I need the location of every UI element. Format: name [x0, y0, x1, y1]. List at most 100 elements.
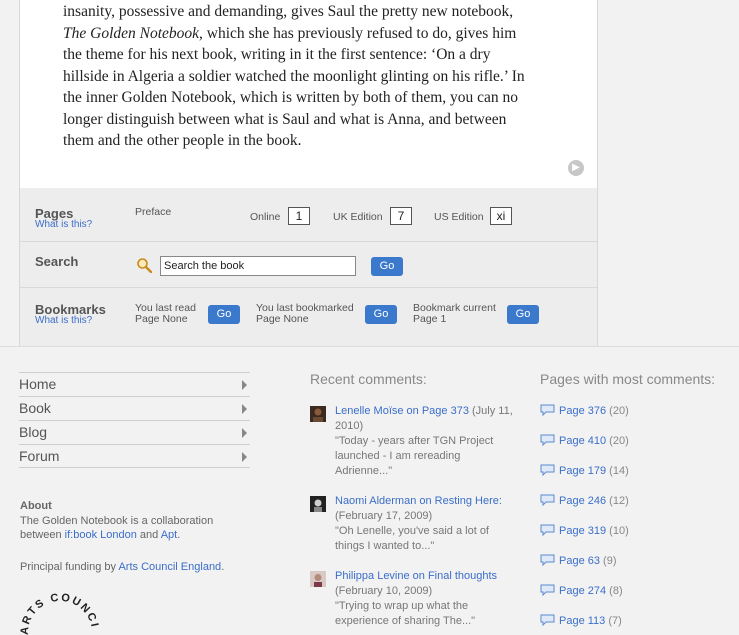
text-line: hillside in Algeria a soldier watched th… [63, 67, 525, 85]
text-fragment: , which she has previously refused to do… [199, 24, 517, 42]
avatar [310, 571, 326, 587]
last-read-go-button[interactable]: Go [208, 305, 240, 324]
text-line: the inner Golden Notebook, which is writ… [63, 89, 519, 106]
page-comment-item: Page 63 (9) [540, 554, 616, 567]
page-comment-item: Page 179 (14) [540, 464, 629, 477]
comment-date: (February 17, 2009) [335, 510, 433, 522]
page-link[interactable]: Page 319 [559, 525, 606, 537]
magnifier-icon [137, 258, 152, 273]
nav-item-home[interactable]: Home [19, 372, 250, 396]
comment-quote: launched - I am rereading [335, 450, 461, 462]
about-title: About [20, 500, 52, 512]
comment-link[interactable]: Lenelle Moïse on Page 373 [335, 405, 469, 417]
most-comments-title: Pages with most comments: [540, 371, 716, 387]
bookmark-current-go-button[interactable]: Go [507, 305, 539, 324]
search-title: Search [35, 254, 79, 269]
us-page-input[interactable]: xi [490, 207, 512, 225]
online-page-input[interactable]: 1 [288, 207, 310, 225]
last-read-page: Page None [135, 313, 188, 325]
nav-label: Blog [19, 424, 48, 440]
page-comment-count: (8) [606, 585, 623, 597]
comment-quote: "Today - years after TGN Project [335, 435, 494, 447]
nav-label: Book [19, 400, 51, 416]
us-edition-label: US Edition [434, 211, 484, 223]
bookmark-current-page: Page 1 [413, 313, 447, 325]
page-link[interactable]: Page 410 [559, 435, 606, 447]
bookmarks-row: Bookmarks What is this? You last read Pa… [20, 287, 597, 346]
bookmarks-what-link[interactable]: What is this? [35, 315, 92, 326]
page-comment-item: Page 246 (12) [540, 494, 629, 507]
speech-bubble-icon [540, 404, 555, 416]
svg-text:ARTS COUNCIL: ARTS COUNCIL [20, 593, 100, 635]
apt-link[interactable]: Apt [161, 529, 178, 541]
page-link[interactable]: Page 246 [559, 495, 606, 507]
speech-bubble-icon [540, 554, 555, 566]
book-text: insanity, possessive and demanding, give… [63, 0, 553, 152]
text-line: the theme for his next book, writing in … [63, 46, 491, 63]
speech-bubble-icon [540, 434, 555, 446]
uk-edition-label: UK Edition [333, 211, 383, 223]
about-text: . [177, 529, 181, 541]
text-line: longer distinguish between what is Saul … [63, 110, 507, 128]
page-comment-count: (20) [606, 405, 629, 417]
preface-link[interactable]: Preface [135, 207, 171, 218]
comment-quote: things I wanted to..." [335, 540, 435, 552]
nav-item-blog[interactable]: Blog [19, 420, 250, 444]
page-comment-count: (20) [606, 435, 629, 447]
nav-item-book[interactable]: Book [19, 396, 250, 420]
arts-council-logo[interactable]: ARTS COUNCIL [20, 593, 100, 635]
text-line: The Golden Notebook, which she has previ… [63, 23, 553, 45]
triangle-right-icon [242, 380, 247, 390]
search-go-button[interactable]: Go [371, 257, 403, 276]
text-line: insanity, possessive and demanding, give… [63, 3, 514, 20]
speech-bubble-icon [540, 494, 555, 506]
text-line: them and the other people in the book. [63, 132, 302, 149]
arts-council-link[interactable]: Arts Council England [118, 561, 221, 573]
comment-link[interactable]: Naomi Alderman on Resting Here: [335, 495, 502, 507]
comment-quote: "Oh Lenelle, you've said a lot of [335, 525, 489, 537]
comment-quote: Adrienne..." [335, 465, 393, 477]
page-link[interactable]: Page 113 [559, 615, 605, 627]
funding-text: Principal funding by [20, 561, 119, 573]
nav-label: Forum [19, 448, 60, 464]
comment-date: 2010) [335, 420, 364, 432]
ifbook-link[interactable]: if:book London [65, 529, 137, 541]
speech-bubble-icon [540, 584, 555, 596]
triangle-right-icon [242, 452, 247, 462]
about-line: The Golden Notebook is a collaboration [20, 515, 214, 527]
uk-page-input[interactable]: 7 [390, 207, 412, 225]
reading-panel: insanity, possessive and demanding, give… [19, 0, 598, 346]
page-comment-item: Page 410 (20) [540, 434, 629, 447]
nav-item-forum[interactable]: Forum [19, 444, 250, 468]
nav-label: Home [19, 376, 57, 392]
page-link[interactable]: Page 274 [559, 585, 606, 597]
comment-quote: experience of sharing The..." [335, 615, 476, 627]
search-input[interactable]: Search the book [160, 256, 356, 276]
funding-text: . [221, 561, 225, 573]
recent-comments-title: Recent comments: [310, 371, 427, 387]
comment-date: (February 10, 2009) [335, 585, 433, 597]
last-bookmarked-go-button[interactable]: Go [365, 305, 397, 324]
pages-what-link[interactable]: What is this? [35, 219, 92, 230]
triangle-right-icon [242, 404, 247, 414]
page-comment-item: Page 113 (7) [540, 614, 622, 627]
page-comment-item: Page 376 (20) [540, 404, 629, 417]
comment-quote: "Trying to wrap up what the [335, 600, 469, 612]
page-comment-item: Page 319 (10) [540, 524, 629, 537]
page-comment-count: (10) [606, 525, 629, 537]
page-comment-count: (9) [599, 555, 617, 567]
page-comment-count: (7) [605, 615, 622, 627]
next-page-icon[interactable]: ▶ [568, 160, 584, 176]
comment-date: (July 11, [468, 405, 513, 417]
last-bookmarked-page: Page None [256, 313, 309, 325]
about-line: between if:book London and Apt. [20, 528, 180, 542]
page-link[interactable]: Page 376 [559, 405, 606, 417]
speech-bubble-icon [540, 464, 555, 476]
page-link[interactable]: Page 63 [559, 555, 600, 567]
book-title-italic: The Golden Notebook [63, 24, 200, 42]
comment-link[interactable]: Philippa Levine on Final thoughts [335, 570, 497, 582]
footer-nav: Home Book Blog Forum [19, 372, 250, 468]
speech-bubble-icon [540, 524, 555, 536]
page-comment-count: (12) [606, 495, 629, 507]
page-link[interactable]: Page 179 [559, 465, 606, 477]
